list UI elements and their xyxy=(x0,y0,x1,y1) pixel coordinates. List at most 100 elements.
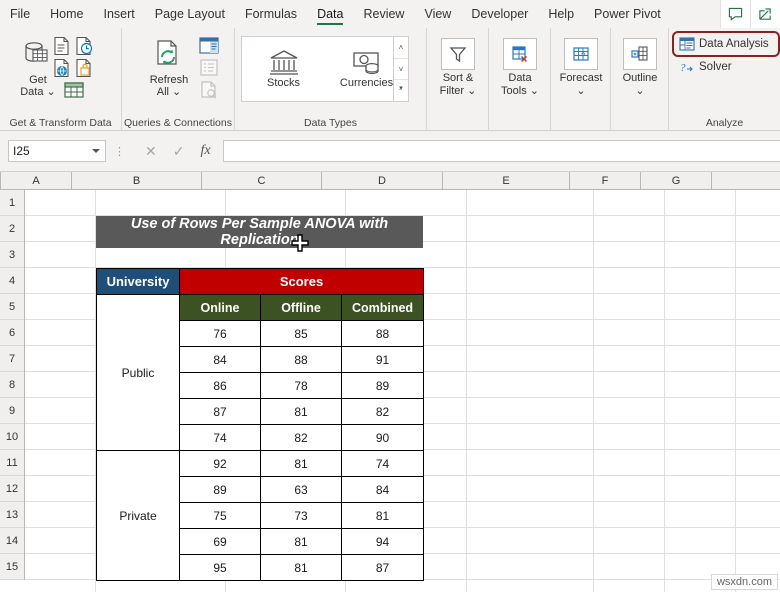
share-icon[interactable] xyxy=(750,0,780,28)
gallery-scroll-up[interactable]: ˄ xyxy=(394,37,408,58)
column-header-F[interactable]: F xyxy=(570,172,641,190)
row-header-4[interactable]: 4 xyxy=(0,268,24,294)
score-offline[interactable]: 81 xyxy=(260,528,342,555)
group-label-private[interactable]: Private xyxy=(96,450,180,581)
row-header-1[interactable]: 1 xyxy=(0,190,24,216)
score-offline[interactable]: 81 xyxy=(260,398,342,425)
score-online[interactable]: 86 xyxy=(179,372,261,399)
column-header-D[interactable]: D xyxy=(322,172,443,190)
row-header-5[interactable]: 5 xyxy=(0,294,24,320)
score-offline[interactable]: 73 xyxy=(260,502,342,529)
score-offline[interactable]: 81 xyxy=(260,450,342,477)
queries-pane-icon[interactable] xyxy=(198,36,220,56)
data-types-scroll[interactable]: ˄ ˅ ▾ ‾ xyxy=(393,37,408,101)
name-box[interactable]: I25 xyxy=(8,140,106,162)
score-offline[interactable]: 78 xyxy=(260,372,342,399)
score-combined[interactable]: 88 xyxy=(340,320,425,347)
score-offline[interactable]: 63 xyxy=(260,476,342,503)
score-offline[interactable]: 81 xyxy=(260,554,342,581)
column-header-E[interactable]: E xyxy=(443,172,570,190)
score-online[interactable]: 69 xyxy=(179,528,261,555)
ribbon-tab-formulas[interactable]: Formulas xyxy=(235,0,307,28)
subheader-offline[interactable]: Offline xyxy=(260,294,342,321)
score-offline[interactable]: 88 xyxy=(260,346,342,373)
gallery-scroll-down[interactable]: ˅ xyxy=(394,57,408,80)
score-online[interactable]: 84 xyxy=(179,346,261,373)
row-header-3[interactable]: 3 xyxy=(0,242,24,268)
column-header-A[interactable]: A xyxy=(1,172,72,190)
subheader-online[interactable]: Online xyxy=(179,294,261,321)
name-box-chevron-down-icon[interactable] xyxy=(92,149,100,153)
score-combined[interactable]: 84 xyxy=(340,476,425,503)
ribbon-tab-insert[interactable]: Insert xyxy=(94,0,145,28)
cancel-entry-icon[interactable]: ✕ xyxy=(145,143,157,160)
comments-icon[interactable] xyxy=(720,0,750,28)
score-combined[interactable]: 87 xyxy=(340,554,425,581)
column-header-C[interactable]: C xyxy=(202,172,322,190)
row-header-15[interactable]: 15 xyxy=(0,554,24,580)
row-header-8[interactable]: 8 xyxy=(0,372,24,398)
data-tools-button[interactable]: Data Tools ⌄ xyxy=(492,38,548,97)
from-recent-sources-icon[interactable] xyxy=(74,36,94,56)
score-combined[interactable]: 90 xyxy=(340,424,425,451)
ribbon-tab-data[interactable]: Data xyxy=(307,0,353,28)
score-online[interactable]: 76 xyxy=(179,320,261,347)
existing-connections-icon[interactable] xyxy=(63,80,85,100)
score-online[interactable]: 89 xyxy=(179,476,261,503)
refresh-all-button[interactable]: Refresh All ⌄ xyxy=(140,38,198,98)
gallery-more-icon[interactable]: ▾ ‾ xyxy=(394,79,408,101)
confirm-entry-icon[interactable]: ✓ xyxy=(173,143,185,160)
score-combined[interactable]: 81 xyxy=(340,502,425,529)
from-table-range-icon[interactable] xyxy=(74,58,94,78)
score-online[interactable]: 92 xyxy=(179,450,261,477)
data-analysis-button[interactable]: Data Analysis xyxy=(679,37,769,51)
score-combined[interactable]: 82 xyxy=(340,398,425,425)
row-header-7[interactable]: 7 xyxy=(0,346,24,372)
subheader-combined[interactable]: Combined xyxy=(340,294,425,321)
score-offline[interactable]: 82 xyxy=(260,424,342,451)
score-offline[interactable]: 85 xyxy=(260,320,342,347)
score-combined[interactable]: 89 xyxy=(340,372,425,399)
ribbon-tab-page-layout[interactable]: Page Layout xyxy=(145,0,235,28)
stocks-button[interactable]: Stocks xyxy=(242,49,325,89)
from-text-csv-icon[interactable] xyxy=(52,36,72,56)
column-header-extra[interactable] xyxy=(712,172,780,190)
solver-button[interactable]: ? Solver xyxy=(679,60,732,74)
score-online[interactable]: 87 xyxy=(179,398,261,425)
score-online[interactable]: 95 xyxy=(179,554,261,581)
score-combined[interactable]: 91 xyxy=(340,346,425,373)
row-header-2[interactable]: 2 xyxy=(0,216,24,242)
group-label-public[interactable]: Public xyxy=(96,294,180,451)
from-web-icon[interactable] xyxy=(52,58,72,78)
row-header-6[interactable]: 6 xyxy=(0,320,24,346)
header-university[interactable]: University xyxy=(96,268,180,295)
ribbon-tab-file[interactable]: File xyxy=(0,0,40,28)
row-header-9[interactable]: 9 xyxy=(0,398,24,424)
anova-data-table[interactable]: University Scores Public Online Offline Combi… xyxy=(96,268,425,581)
row-header-10[interactable]: 10 xyxy=(0,424,24,450)
forecast-button[interactable]: ? Forecast ⌄ xyxy=(553,38,609,97)
row-header-11[interactable]: 11 xyxy=(0,450,24,476)
header-scores[interactable]: Scores xyxy=(178,268,425,295)
ribbon-tab-review[interactable]: Review xyxy=(353,0,414,28)
sort-filter-button[interactable]: Sort & Filter ⌄ xyxy=(430,38,486,97)
score-online[interactable]: 74 xyxy=(179,424,261,451)
column-header-G[interactable]: G xyxy=(641,172,712,190)
ribbon-tab-developer[interactable]: Developer xyxy=(461,0,538,28)
outline-button[interactable]: Outline ⌄ xyxy=(612,38,668,97)
column-header-B[interactable]: B xyxy=(72,172,202,190)
row-header-14[interactable]: 14 xyxy=(0,528,24,554)
row-header-13[interactable]: 13 xyxy=(0,502,24,528)
score-combined[interactable]: 74 xyxy=(340,450,425,477)
score-combined[interactable]: 94 xyxy=(340,528,425,555)
insert-function-icon[interactable]: fx xyxy=(200,143,210,159)
formula-input[interactable] xyxy=(222,140,780,162)
ribbon-tab-power-pivot[interactable]: Power Pivot xyxy=(584,0,671,28)
ribbon-tab-view[interactable]: View xyxy=(414,0,461,28)
score-online[interactable]: 75 xyxy=(179,502,261,529)
formula-bar-grip[interactable]: ⋮ xyxy=(114,145,125,158)
ribbon-tab-home[interactable]: Home xyxy=(40,0,93,28)
ribbon-tab-help[interactable]: Help xyxy=(538,0,584,28)
select-all-corner[interactable] xyxy=(0,172,1,190)
row-header-12[interactable]: 12 xyxy=(0,476,24,502)
